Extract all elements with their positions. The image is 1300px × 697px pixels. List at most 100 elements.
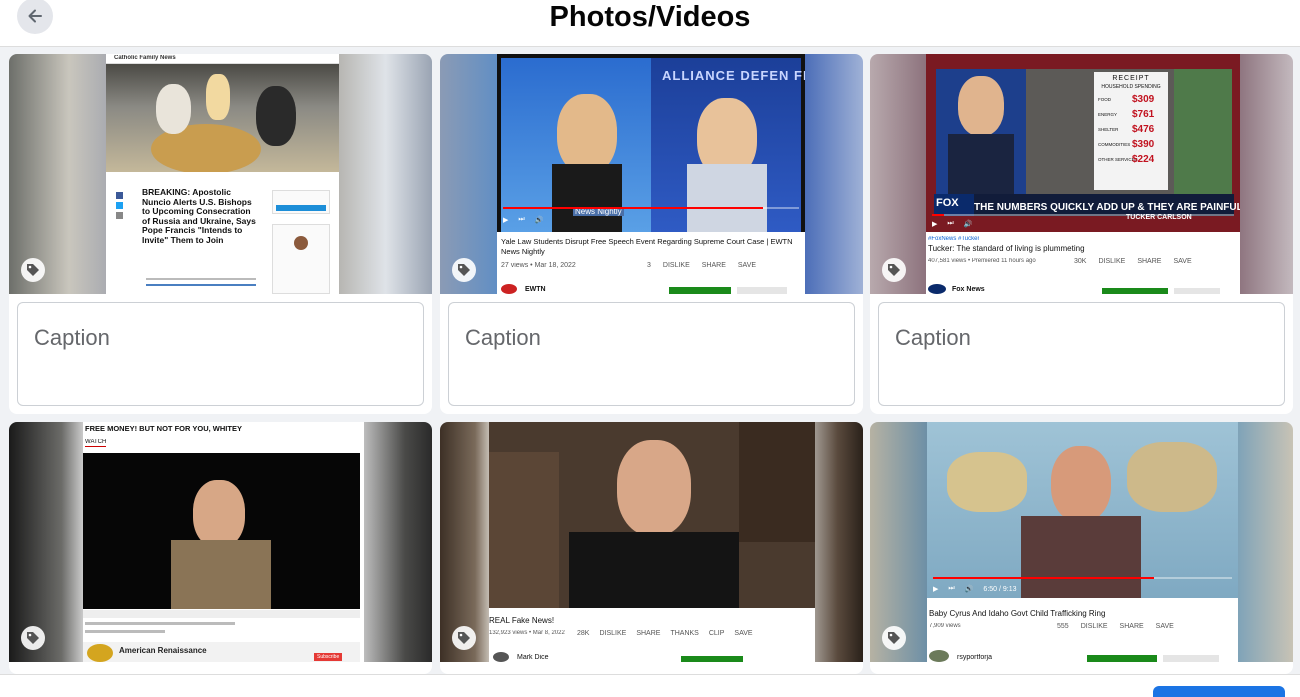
like-count[interactable]: 28K: [577, 630, 589, 637]
caption-placeholder: Caption: [895, 325, 971, 350]
channel-name[interactable]: Fox News: [952, 286, 985, 293]
tag-icon: [888, 632, 900, 644]
volume-icon[interactable]: 🔊: [964, 220, 973, 228]
next-icon[interactable]: ⏭: [518, 216, 524, 224]
share-button[interactable]: SHARE: [1120, 623, 1144, 630]
clip-button[interactable]: CLIP: [709, 630, 725, 637]
media-thumbnail[interactable]: Catholic Family News BREAKING: Apostolic…: [9, 54, 432, 294]
media-thumbnail[interactable]: RECEIPT HOUSEHOLD SPENDING FOOD $309 ENERG…: [870, 54, 1293, 294]
next-icon[interactable]: ⏭: [948, 585, 954, 593]
dialog-footer: [0, 674, 1300, 697]
dislike-button[interactable]: DISLIKE: [1081, 623, 1108, 630]
dialog-header: Photos/Videos: [0, 0, 1300, 46]
receipt-title: RECEIPT: [1112, 75, 1150, 82]
article-headline: BREAKING: Apostolic Nuncio Alerts U.S. B…: [142, 187, 256, 245]
video-title[interactable]: Tucker: The standard of living is plumme…: [928, 244, 1085, 253]
article-screenshot: Catholic Family News BREAKING: Apostolic…: [106, 54, 339, 294]
media-card: Catholic Family News BREAKING: Apostolic…: [9, 54, 432, 414]
time-display: 6:50 / 9:13: [983, 585, 1017, 593]
receipt-row-value: $224: [1132, 154, 1155, 165]
media-thumbnail[interactable]: ▶ ⏭ 🔊 6:50 / 9:13 Baby Cyrus And Idaho Gov…: [870, 422, 1293, 662]
video-title[interactable]: Yale Law Students Disrupt Free Speech Ev…: [501, 237, 801, 257]
tab-watch[interactable]: WATCH: [85, 439, 107, 447]
article-screenshot: FREE MONEY! BUT NOT FOR YOU, WHITEY WATC…: [83, 422, 364, 662]
media-thumbnail[interactable]: ALLIANCE DEFEN FREEDO News Nightly ▶⏭🔊 Y…: [440, 54, 863, 294]
caption-placeholder: Caption: [465, 325, 541, 350]
receipt-row-label: ENERGY: [1098, 112, 1118, 117]
tag-button[interactable]: [882, 626, 906, 650]
tag-button[interactable]: [452, 258, 476, 282]
tag-icon: [458, 632, 470, 644]
media-thumbnail[interactable]: FREE MONEY! BUT NOT FOR YOU, WHITEY WATC…: [9, 422, 432, 662]
video-title[interactable]: Baby Cyrus And Idaho Govt Child Traffick…: [929, 609, 1105, 618]
volume-icon[interactable]: 🔊: [535, 216, 544, 224]
chyron: THE NUMBERS QUICKLY ADD UP & THEY ARE PA…: [974, 202, 1240, 213]
receipt-row-label: SHELTER: [1098, 127, 1119, 132]
like-count[interactable]: 555: [1057, 623, 1069, 630]
volume-icon[interactable]: 🔊: [965, 585, 974, 593]
channel-name[interactable]: Mark Dice: [517, 654, 549, 661]
save-button[interactable]: SAVE: [1173, 258, 1191, 265]
fox-news-logo: FOX: [936, 197, 959, 209]
like-count[interactable]: 30K: [1074, 258, 1086, 265]
thanks-button[interactable]: THANKS: [670, 630, 698, 637]
caption-input[interactable]: Caption: [448, 302, 855, 406]
done-button[interactable]: [1153, 686, 1285, 697]
tag-icon: [888, 264, 900, 276]
tag-icon: [27, 264, 39, 276]
dislike-button[interactable]: DISLIKE: [1098, 258, 1125, 265]
share-button[interactable]: SHARE: [1137, 258, 1161, 265]
media-card: ▶ ⏭ 🔊 6:50 / 9:13 Baby Cyrus And Idaho Gov…: [870, 422, 1293, 674]
youtube-screenshot: REAL Fake News! 132,923 views • Mar 8, 2…: [489, 422, 815, 662]
dislike-button[interactable]: DISLIKE: [663, 262, 690, 269]
caption-input[interactable]: Caption: [878, 302, 1285, 406]
receipt-subtitle: HOUSEHOLD SPENDING: [1101, 84, 1161, 90]
hashtags[interactable]: #FoxNews #Tucker: [928, 236, 979, 242]
save-button[interactable]: SAVE: [738, 262, 756, 269]
page-title: Photos/Videos: [549, 1, 751, 33]
youtube-screenshot: ▶ ⏭ 🔊 6:50 / 9:13 Baby Cyrus And Idaho Gov…: [927, 422, 1238, 662]
tag-button[interactable]: [21, 258, 45, 282]
play-icon[interactable]: ▶: [503, 216, 508, 224]
video-meta: 27 views • Mar 18, 2022: [501, 262, 576, 269]
save-button[interactable]: SAVE: [1156, 623, 1174, 630]
site-name: Catholic Family News: [114, 55, 176, 61]
media-card: FREE MONEY! BUT NOT FOR YOU, WHITEY WATC…: [9, 422, 432, 674]
subscribe-button[interactable]: Subscribe: [314, 653, 343, 661]
receipt-row-value: $390: [1132, 139, 1155, 150]
media-card: ALLIANCE DEFEN FREEDO News Nightly ▶⏭🔊 Y…: [440, 54, 863, 414]
caption-placeholder: Caption: [34, 325, 110, 350]
article-banner: FREE MONEY! BUT NOT FOR YOU, WHITEY: [85, 424, 242, 433]
share-button[interactable]: SHARE: [636, 630, 660, 637]
play-icon[interactable]: ▶: [933, 585, 938, 593]
save-button[interactable]: SAVE: [734, 630, 752, 637]
media-card: REAL Fake News! 132,923 views • Mar 8, 2…: [440, 422, 863, 674]
channel-name[interactable]: EWTN: [525, 286, 546, 293]
video-meta: 7,909 views: [929, 623, 961, 629]
media-thumbnail[interactable]: REAL Fake News! 132,923 views • Mar 8, 2…: [440, 422, 863, 662]
youtube-screenshot: ALLIANCE DEFEN FREEDO News Nightly ▶⏭🔊 Y…: [497, 54, 805, 294]
tag-button[interactable]: [452, 626, 476, 650]
video-meta: 132,923 views • Mar 8, 2022: [489, 630, 565, 636]
receipt-row-value: $476: [1132, 124, 1155, 135]
receipt-row-value: $761: [1132, 109, 1155, 120]
channel-name[interactable]: rsyportforja: [957, 654, 992, 661]
caption-input[interactable]: Caption: [17, 302, 424, 406]
receipt-row-label: COMMODITIES: [1098, 142, 1131, 147]
channel-name[interactable]: American Renaissance: [119, 646, 207, 655]
receipt-row-value: $309: [1132, 94, 1155, 105]
dislike-button[interactable]: DISLIKE: [599, 630, 626, 637]
play-icon[interactable]: ▶: [932, 220, 937, 228]
media-card: RECEIPT HOUSEHOLD SPENDING FOOD $309 ENERG…: [870, 54, 1293, 414]
tag-button[interactable]: [21, 626, 45, 650]
next-icon[interactable]: ⏭: [947, 220, 953, 228]
video-meta: 407,581 views • Premiered 11 hours ago: [928, 258, 1036, 264]
video-overlay-text: ALLIANCE DEFEN FREEDO: [662, 68, 805, 83]
tag-icon: [27, 632, 39, 644]
tag-icon: [458, 264, 470, 276]
tag-button[interactable]: [882, 258, 906, 282]
like-count[interactable]: 3: [647, 262, 651, 269]
video-title[interactable]: REAL Fake News!: [489, 616, 554, 625]
receipt-row-label: FOOD: [1098, 97, 1111, 102]
share-button[interactable]: SHARE: [702, 262, 726, 269]
